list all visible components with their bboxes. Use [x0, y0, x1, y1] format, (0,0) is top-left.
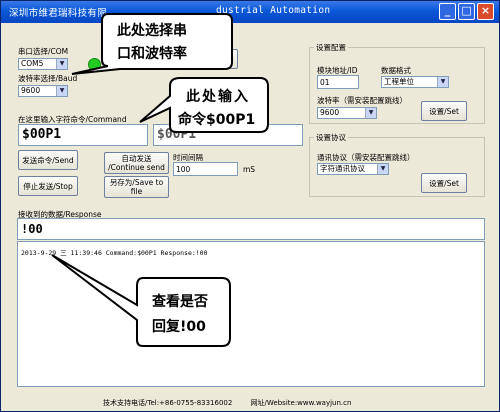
callout-select-text-2: 口和波特率	[117, 46, 187, 62]
callout-check-text-2: 回复!00	[152, 319, 206, 335]
callout-check-text-1: 查看是否	[152, 294, 208, 310]
annotation-overlay	[51, 13, 269, 347]
callout-input-text-2: 命令$00P1	[178, 112, 256, 128]
callout-input-text-1: 此处输入	[186, 89, 250, 105]
callout-select-text-1: 此处选择串	[117, 23, 187, 39]
